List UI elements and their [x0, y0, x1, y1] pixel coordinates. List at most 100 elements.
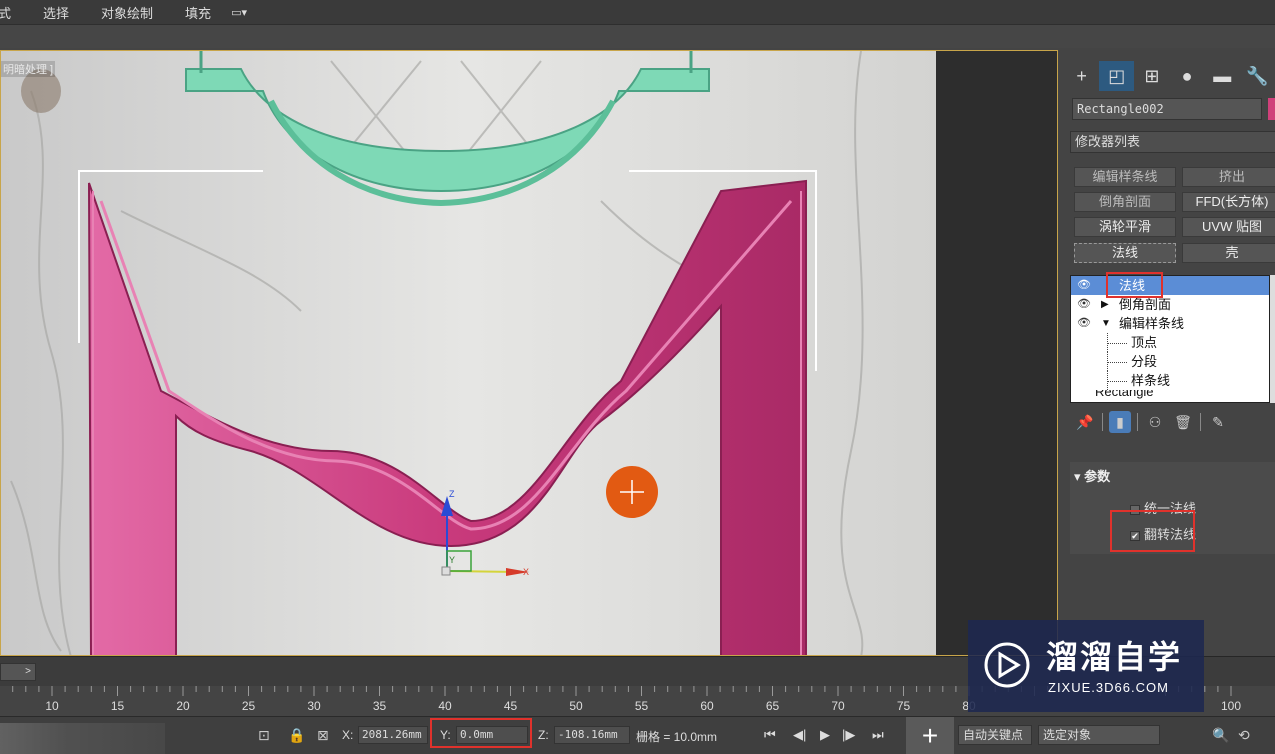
menu-item-style[interactable]: 式 [0, 3, 27, 22]
selection-set-dropdown[interactable]: 选定对象 [1038, 725, 1160, 745]
menu-item-select[interactable]: 选择 [27, 3, 85, 22]
viewport-shading-label[interactable]: 明暗处理 ] [1, 61, 56, 77]
modifier-button-ffd-box[interactable]: FFD(长方体) [1182, 192, 1275, 212]
parameters-rollout: ▾ 参数 统一法线 ✔ 翻转法线 [1070, 462, 1275, 554]
display-icon[interactable]: ▬ [1205, 61, 1240, 91]
expand-arrow-icon[interactable]: ▶ [1101, 295, 1109, 314]
auto-key-button[interactable]: 自动关键点 [958, 725, 1032, 745]
modifier-list-dropdown[interactable]: 修改器列表 [1070, 131, 1275, 153]
stack-item-label: 法线 [1119, 278, 1146, 293]
ribbon-strip [0, 24, 1275, 48]
timeline-tick-label: 40 [438, 699, 452, 713]
stack-subitem-spline[interactable]: 样条线 [1071, 371, 1269, 390]
timeline-tick-label: 65 [765, 699, 780, 713]
timeline-tick-label: 50 [569, 699, 583, 713]
stack-toolbar: 📌 ▮ ⚇ 🗑 ✎ [1074, 410, 1274, 434]
stack-subitem-label: 样条线 [1131, 373, 1171, 388]
stack-item-bevel-profile[interactable]: 👁 ▶ 倒角剖面 [1071, 295, 1269, 314]
menu-bar: 式 选择 对象绘制 填充 ▭▾ [0, 0, 1275, 24]
stack-subitem-segment[interactable]: 分段 [1071, 352, 1269, 371]
timeline-tick-label: 70 [831, 699, 845, 713]
stack-item-edit-spline[interactable]: 👁 ▼ 编辑样条线 [1071, 314, 1269, 333]
modifier-button-normal[interactable]: 法线 [1074, 243, 1176, 263]
stack-item-rectangle[interactable]: Rectangle [1071, 390, 1269, 400]
watermark-subtitle: ZIXUE.3D66.COM [1048, 680, 1169, 695]
stack-subitem-label: 分段 [1131, 354, 1158, 369]
show-end-result-icon[interactable]: ▮ [1109, 411, 1131, 433]
modifier-stack: 👁 法线 👁 ▶ 倒角剖面 👁 ▼ 编辑样条线 顶点 分段 样条线 Rectan… [1070, 275, 1270, 403]
timeline-tick-label: 10 [45, 699, 59, 713]
timeline-tick-label: 25 [241, 699, 256, 713]
stack-item-label: Rectangle [1095, 390, 1154, 399]
timeline-tick-label: 45 [503, 699, 518, 713]
modifier-button-bevel-profile[interactable]: 倒角剖面 [1074, 192, 1176, 212]
perspective-viewport[interactable]: Z X Y 明暗处理 ] [0, 50, 1058, 656]
utilities-icon[interactable]: 🔧 [1240, 61, 1275, 91]
pin-stack-icon[interactable]: 📌 [1074, 411, 1096, 433]
unify-normals-label: 统一法线 [1144, 501, 1197, 516]
grid-size-label: 栅格 = 10.0mm [636, 730, 718, 744]
create-icon[interactable]: + [1064, 61, 1099, 91]
y-coord-label: Y: [440, 728, 451, 742]
flip-normals-label: 翻转法线 [1144, 527, 1197, 542]
status-bar: ⊡ 🔒 ⊠ X: 2081.26mm Y: 0.0mm Z: -108.16mm… [0, 716, 1275, 754]
z-coord-field[interactable]: -108.16mm [554, 726, 630, 744]
flip-normals-checkbox[interactable]: ✔ 翻转法线 [1130, 524, 1196, 543]
blurred-region [0, 723, 165, 754]
timeline-tick-label: 35 [372, 699, 387, 713]
stack-subitem-vertex[interactable]: 顶点 [1071, 333, 1269, 352]
timeline-tick-label: 55 [634, 699, 649, 713]
timeline-tick-label: 60 [700, 699, 714, 713]
timeline-tick-label: 75 [896, 699, 911, 713]
x-coord-label: X: [342, 728, 354, 742]
gizmo-z-label: Z [449, 489, 455, 499]
play-icon[interactable]: ▶ [820, 727, 830, 743]
modifier-button-edit-spline[interactable]: 编辑样条线 [1074, 167, 1176, 187]
viewport-scene: Z X Y [1, 51, 1057, 655]
menu-item-fill[interactable]: 填充 [169, 3, 227, 22]
go-to-end-icon[interactable]: ⏭ [872, 727, 884, 743]
menu-item-object-paint[interactable]: 对象绘制 [85, 3, 169, 22]
configure-sets-icon[interactable]: ✎ [1207, 411, 1229, 433]
object-name-field[interactable]: Rectangle002 [1072, 98, 1262, 120]
add-key-icon[interactable]: + [906, 717, 954, 754]
timeline-tick-label: 20 [176, 699, 190, 713]
lock-icon[interactable]: 🔒 [288, 727, 305, 744]
zoom-icon[interactable]: 🔍 [1212, 727, 1229, 744]
modifier-button-shell[interactable]: 壳 [1182, 243, 1275, 263]
x-coord-field[interactable]: 2081.26mm [358, 726, 428, 744]
absolute-mode-icon[interactable]: ⊠ [317, 727, 329, 744]
orbit-icon[interactable]: ⟲ [1238, 727, 1250, 744]
stack-item-normal[interactable]: 👁 法线 [1071, 276, 1269, 295]
parameters-header[interactable]: ▾ 参数 [1074, 466, 1110, 485]
stack-scrollbar[interactable] [1270, 275, 1275, 403]
gizmo-y-label: Y [449, 555, 455, 565]
y-coord-field[interactable]: 0.0mm [456, 726, 528, 744]
next-frame-icon[interactable]: |▶ [842, 727, 855, 743]
timeline-tick-label: 100 [1220, 699, 1242, 713]
menu-dropdown-icon[interactable]: ▭▾ [227, 6, 263, 19]
unify-normals-checkbox[interactable]: 统一法线 [1130, 498, 1196, 517]
modifier-button-extrude[interactable]: 挤出 [1182, 167, 1275, 187]
watermark: 溜溜自学 ZIXUE.3D66.COM [968, 620, 1204, 712]
remove-modifier-icon[interactable]: 🗑 [1172, 411, 1194, 433]
isolate-selection-icon[interactable]: ⊡ [258, 727, 270, 744]
modify-icon[interactable]: ◰ [1099, 61, 1135, 91]
modifier-button-uvw-map[interactable]: UVW 贴图 [1182, 217, 1275, 237]
eye-icon[interactable]: 👁 [1077, 295, 1091, 314]
collapse-arrow-icon[interactable]: ▼ [1101, 314, 1111, 333]
previous-frame-icon[interactable]: ◀| [793, 727, 806, 743]
hierarchy-icon[interactable]: ⊞ [1134, 61, 1169, 91]
eye-icon[interactable]: 👁 [1077, 276, 1091, 295]
z-coord-label: Z: [538, 728, 549, 742]
modifier-button-turbosmooth[interactable]: 涡轮平滑 [1074, 217, 1176, 237]
timeline-tick-label: 15 [110, 699, 125, 713]
go-to-start-icon[interactable]: ⏮ [764, 727, 776, 743]
object-color-swatch[interactable] [1268, 98, 1275, 120]
watermark-title: 溜溜自学 [1046, 639, 1183, 675]
motion-icon[interactable]: ● [1170, 61, 1205, 91]
time-slider-thumb[interactable]: > [0, 663, 36, 681]
make-unique-icon[interactable]: ⚇ [1144, 411, 1166, 433]
eye-icon[interactable]: 👁 [1077, 314, 1091, 333]
gizmo-x-label: X [523, 567, 529, 577]
